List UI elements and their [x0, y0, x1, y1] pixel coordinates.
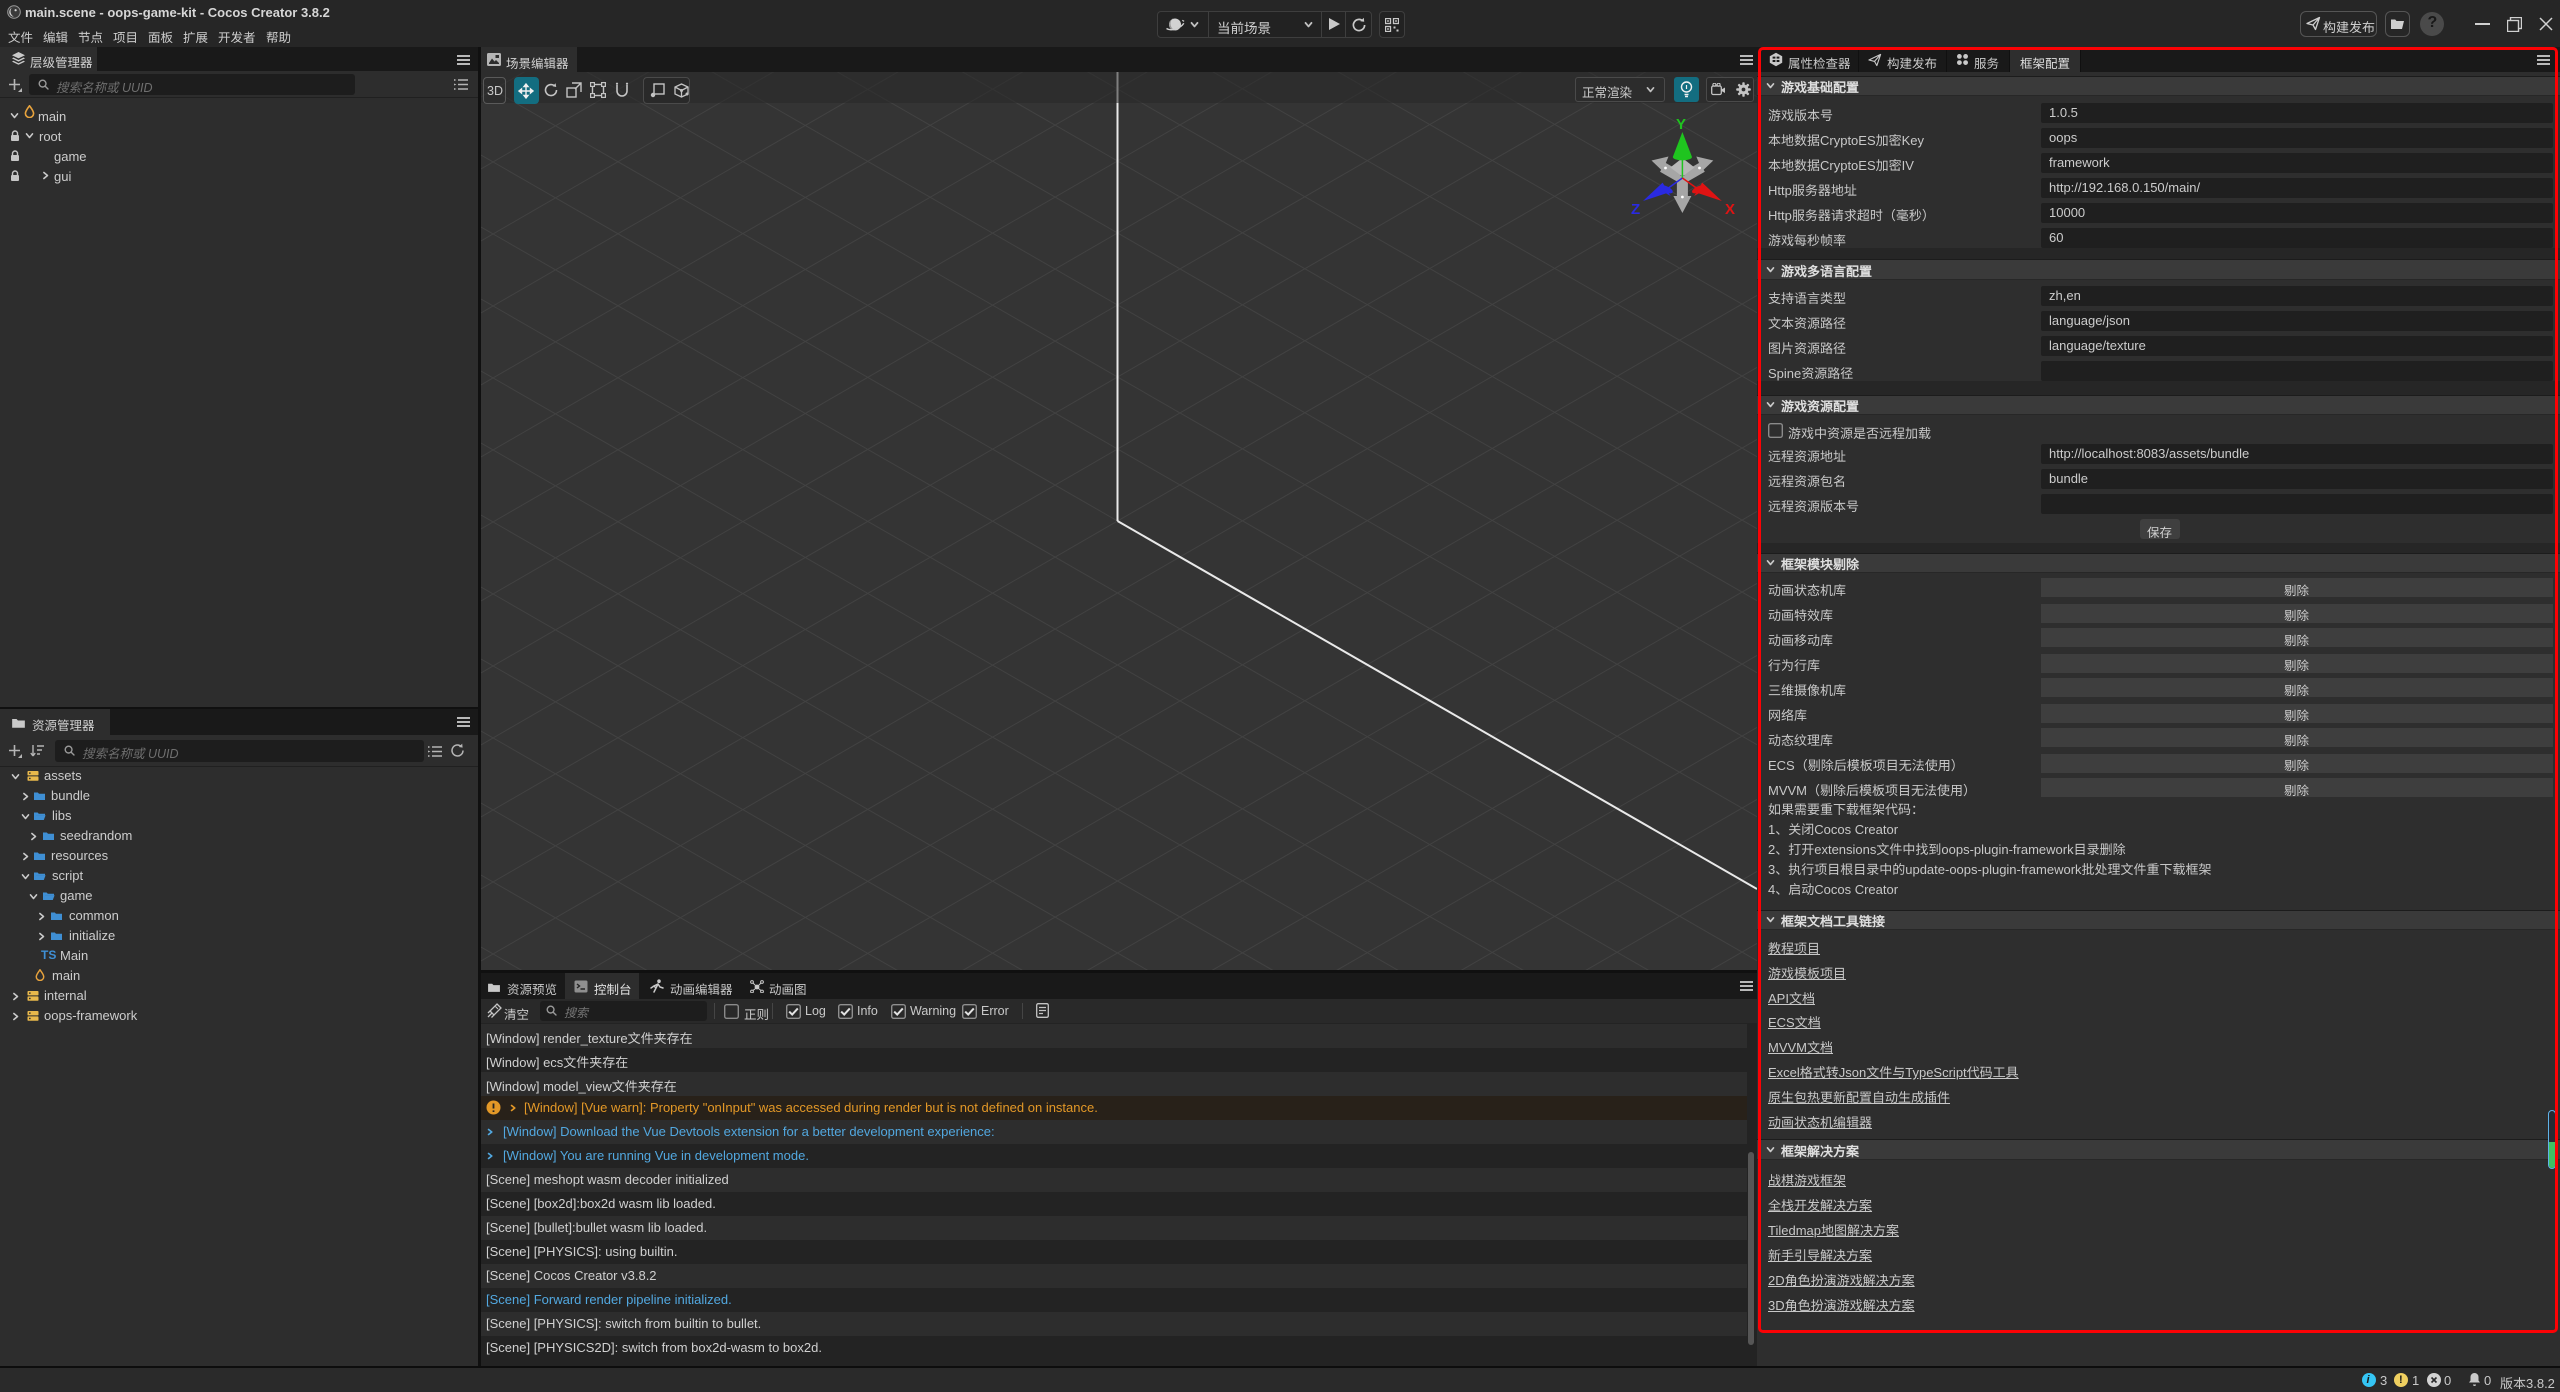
svg-text:Z: Z	[1631, 201, 1640, 218]
svg-text:Y: Y	[1676, 116, 1686, 133]
svg-text:X: X	[1725, 201, 1735, 218]
